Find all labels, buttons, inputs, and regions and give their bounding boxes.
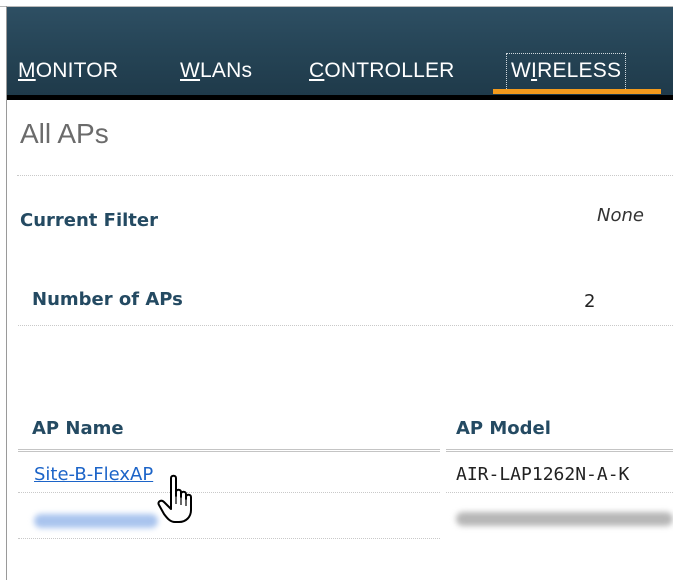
redacted-ap-model [456, 512, 673, 526]
nav-wlans-accesskey: W [180, 59, 201, 82]
page-title: All APs [20, 118, 109, 149]
column-header-ap-model[interactable]: AP Model [456, 418, 551, 439]
nav-monitor-accesskey: M [18, 59, 36, 82]
row-divider-right [446, 492, 673, 493]
nav-controller-label: ONTROLLER [324, 59, 455, 82]
title-divider [17, 175, 673, 176]
nav-wireless-label: RELESS [537, 59, 622, 82]
table-header-divider-left [18, 449, 440, 452]
nav-monitor-label: ONITOR [35, 59, 119, 82]
hand-pointer-icon [157, 474, 192, 523]
nav-wlans[interactable]: WLANs [180, 53, 252, 89]
current-filter-label: Current Filter [20, 210, 158, 231]
column-header-ap-name[interactable]: AP Name [32, 418, 124, 439]
nav-wireless-prefix: W [511, 59, 532, 82]
row-divider-left-2 [18, 538, 440, 539]
nav-active-indicator [493, 89, 661, 94]
nav-controller-accesskey: C [309, 59, 325, 82]
nav-controller[interactable]: CONTROLLER [309, 53, 455, 89]
table-header-divider-right [446, 449, 673, 452]
redacted-ap-name[interactable] [34, 514, 158, 528]
ap-count-label: Number of APs [32, 289, 183, 310]
nav-wireless[interactable]: WIRELESS [506, 53, 627, 91]
current-filter-value: None [597, 205, 644, 226]
nav-monitor[interactable]: MONITOR [18, 53, 118, 89]
row-divider-left [18, 492, 440, 493]
summary-divider [18, 325, 673, 326]
nav-wlans-label: LANs [200, 59, 253, 82]
ap-count-value: 2 [584, 291, 596, 312]
main-nav-bar: MONITOR WLANs CONTROLLER WIRELESS [7, 7, 673, 100]
ap-model-cell: AIR-LAP1262N-A-K [456, 464, 630, 485]
window-top-border [0, 0, 673, 7]
ap-name-link[interactable]: Site-B-FlexAP [34, 464, 153, 485]
